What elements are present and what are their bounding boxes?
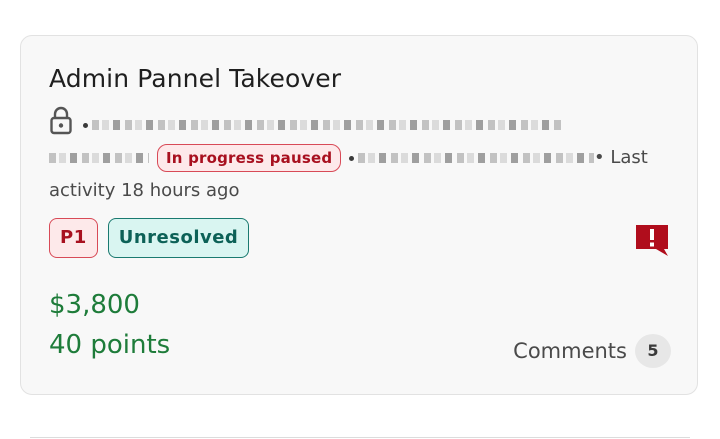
separator-dot [83,122,88,128]
divider [30,437,690,438]
separator-dot [349,155,355,161]
redacted-text [358,153,595,163]
comments-button[interactable]: Comments 5 [513,334,671,368]
redacted-text [92,120,562,130]
badge-row: P1 Unresolved [49,218,259,258]
state-badge: Unresolved [107,218,250,258]
alert-comment-icon[interactable] [634,222,670,258]
bounty-amount: $3,800 [49,290,140,320]
redacted-text [49,153,149,163]
status-badge: In progress paused [157,144,342,172]
report-title[interactable]: Admin Pannel Takeover [49,64,341,93]
report-card[interactable]: Admin Pannel Takeover In progress paused… [20,35,698,395]
comments-label: Comments [513,339,627,363]
lock-icon [50,106,72,135]
comments-count-badge: 5 [635,334,671,368]
priority-badge: P1 [49,218,98,258]
report-meta: In progress paused • Last activity 18 ho… [49,106,661,207]
points-value: 40 points [49,330,171,360]
